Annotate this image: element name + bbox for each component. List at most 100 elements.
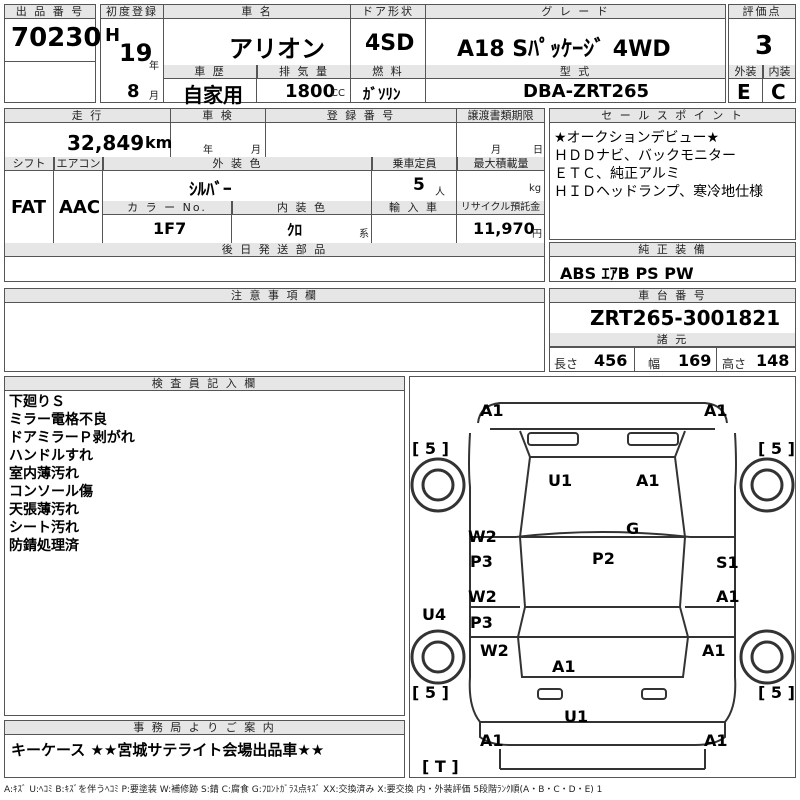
- lot-number: 70230: [11, 23, 102, 53]
- model: DBA-ZRT265: [523, 81, 650, 102]
- recycle-unit: 円: [532, 229, 542, 240]
- transfer-label: 譲渡書類期限: [457, 109, 544, 123]
- inspector-note: シート汚れ: [9, 520, 79, 536]
- car-outline: [410, 402, 795, 770]
- capacity-unit: 人: [435, 187, 445, 198]
- capacity: 5: [413, 175, 425, 195]
- vehicle-info: 走 行 車 検 登 録 番 号 譲渡書類期限 32,849 km 年 月 月 日…: [4, 108, 545, 282]
- lot-number-lower: [4, 61, 96, 103]
- inspector-note: ミラー電格不良: [9, 412, 107, 428]
- hood-right-damage: A1: [636, 471, 660, 490]
- sales-point: ＨＩＤヘッドランプ、寒冷地仕様: [554, 184, 764, 200]
- sales-point: ★オークションデビュー★: [554, 130, 720, 146]
- dims-label: 諸 元: [550, 333, 795, 347]
- transfer-month-unit: 月: [491, 145, 501, 156]
- int-label: 内装: [763, 65, 795, 79]
- sales-points-list: ★オークションデビュー★ ＨＤＤナビ、バックモニター ＥＴＣ、純正アルミ ＨＩＤ…: [554, 129, 763, 201]
- width-label: 幅: [648, 357, 661, 371]
- tire-right-front: [ 5 ]: [758, 439, 795, 458]
- inspector-note: ドアミラーＰ剥がれ: [9, 430, 135, 446]
- displacement: 1800: [285, 81, 336, 102]
- capacity-label: 乗車定員: [372, 157, 456, 171]
- mileage-label: 走 行: [5, 109, 170, 123]
- regno-label: 登 録 番 号: [266, 109, 456, 123]
- ext-label: 外装: [729, 65, 762, 79]
- chassis-label: 車 台 番 号: [550, 289, 795, 303]
- inspector-notes: 下廻りＳ ミラー電格不良 ドアミラーＰ剥がれ ハンドルすれ 室内薄汚れ コンソー…: [9, 393, 135, 555]
- inspector-note: 防錆処理済: [9, 538, 79, 554]
- air-conditioner: AAC: [59, 197, 101, 218]
- mileage: 32,849: [67, 131, 145, 155]
- shift: FAT: [11, 197, 47, 218]
- inspector-note: コンソール傷: [9, 484, 93, 500]
- equipment-box: 純 正 装 備 ABS ｴｱB PS PW: [549, 242, 796, 283]
- hood-left-damage: U1: [548, 471, 573, 490]
- inspector-box: 検 査 員 記 入 欄 下廻りＳ ミラー電格不良 ドアミラーＰ剥がれ ハンドルす…: [4, 376, 405, 716]
- tire-left-rear: [ 5 ]: [412, 683, 449, 702]
- ext-grade: E: [737, 80, 751, 104]
- quarter-left: W2: [480, 641, 509, 660]
- color-number: 1F7: [153, 219, 187, 238]
- lot-number-box: 出 品 番 号 70230: [4, 4, 101, 62]
- tire-right-rear: [ 5 ]: [758, 683, 795, 702]
- year-unit: 年: [149, 61, 159, 72]
- notes-box: 注 意 事 項 欄: [4, 288, 545, 372]
- recycle-label: リサイクル預託金: [457, 201, 544, 215]
- month-unit: 月: [149, 91, 159, 102]
- interior-unit: 系: [359, 229, 369, 240]
- left-rear-door-1: W2: [468, 587, 497, 606]
- fuel-label: 燃 料: [351, 65, 425, 79]
- sales-point: ＥＴＣ、純正アルミ: [554, 166, 680, 182]
- chassis-number: ZRT265-3001821: [590, 306, 781, 330]
- legend: A:ｷｽﾞ U:ﾍｺﾐ B:ｷｽﾞを伴うﾍｺﾐ P:要塗装 W:補修跡 S:錆 …: [4, 785, 603, 795]
- inspector-label: 検 査 員 記 入 欄: [5, 377, 404, 391]
- sales-points-box: セ ー ル ス ポ イ ン ト ★オークションデビュー★ ＨＤＤナビ、バックモニ…: [549, 108, 796, 240]
- office-label: 事 務 局 よ り ご 案 内: [5, 721, 404, 735]
- left-front-door-1: W2: [468, 527, 497, 546]
- right-rear-door: A1: [716, 587, 740, 606]
- trunk-lid-damage: A1: [552, 657, 576, 676]
- score-box: 評価点 3 外装 内装 E C: [728, 4, 796, 104]
- length: 456: [594, 351, 628, 370]
- score-label: 評価点: [729, 5, 795, 19]
- interior-label: 内 装 色: [232, 201, 371, 215]
- first-reg-label: 初度登録: [101, 5, 163, 19]
- model-label: 型 式: [426, 65, 725, 79]
- equipment-label: 純 正 装 備: [550, 243, 795, 257]
- recycle-fee: 11,970: [473, 219, 535, 238]
- insp-year-unit: 年: [203, 145, 213, 156]
- height-label: 高さ: [722, 357, 747, 371]
- inspector-note: 下廻りＳ: [9, 394, 65, 410]
- mileage-unit: km: [145, 133, 173, 152]
- glass-damage: G: [626, 519, 640, 538]
- office-message: キーケース ★★宮城サテライト会場出品車★★: [11, 741, 325, 759]
- load-label: 最大積載量: [457, 157, 544, 171]
- shift-label: シフト: [5, 157, 53, 171]
- rear-left-damage: A1: [480, 731, 504, 750]
- left-rear-door-2: P3: [470, 613, 493, 632]
- transfer-day-unit: 日: [533, 145, 543, 156]
- inspection-label: 車 検: [171, 109, 265, 123]
- car-name: アリオン: [229, 35, 325, 63]
- tire-left-front: [ 5 ]: [412, 439, 449, 458]
- import-label: 輸 入 車: [372, 201, 456, 215]
- chassis-box: 車 台 番 号 ZRT265-3001821 諸 元 長さ 456 幅 169 …: [549, 288, 796, 372]
- reg-year: 19: [119, 39, 153, 67]
- door-label: ドア形状: [351, 5, 425, 19]
- fuel: ｶﾞｿﾘﾝ: [363, 85, 401, 103]
- quarter-right: A1: [702, 641, 726, 660]
- body-color: ｼﾙﾊﾞｰ: [189, 180, 232, 200]
- equipment: ABS ｴｱB PS PW: [560, 264, 694, 283]
- reg-month: 8: [127, 81, 140, 102]
- rear-right-damage: A1: [704, 731, 728, 750]
- front-left-damage: A1: [480, 401, 504, 420]
- ac-label: エアコン: [54, 157, 102, 171]
- inspector-note: 天張薄汚れ: [9, 502, 79, 518]
- displacement-label: 排 気 量: [257, 65, 350, 79]
- damage-diagram: A1 A1 [ 5 ] [ 5 ] U1 A1 G W2 P3 P2 S1 W2…: [409, 376, 796, 778]
- history: 自家用: [183, 83, 243, 107]
- era: H: [105, 25, 121, 46]
- rocker-left: U4: [422, 605, 447, 624]
- length-label: 長さ: [554, 357, 579, 371]
- inspector-note: 室内薄汚れ: [9, 466, 79, 482]
